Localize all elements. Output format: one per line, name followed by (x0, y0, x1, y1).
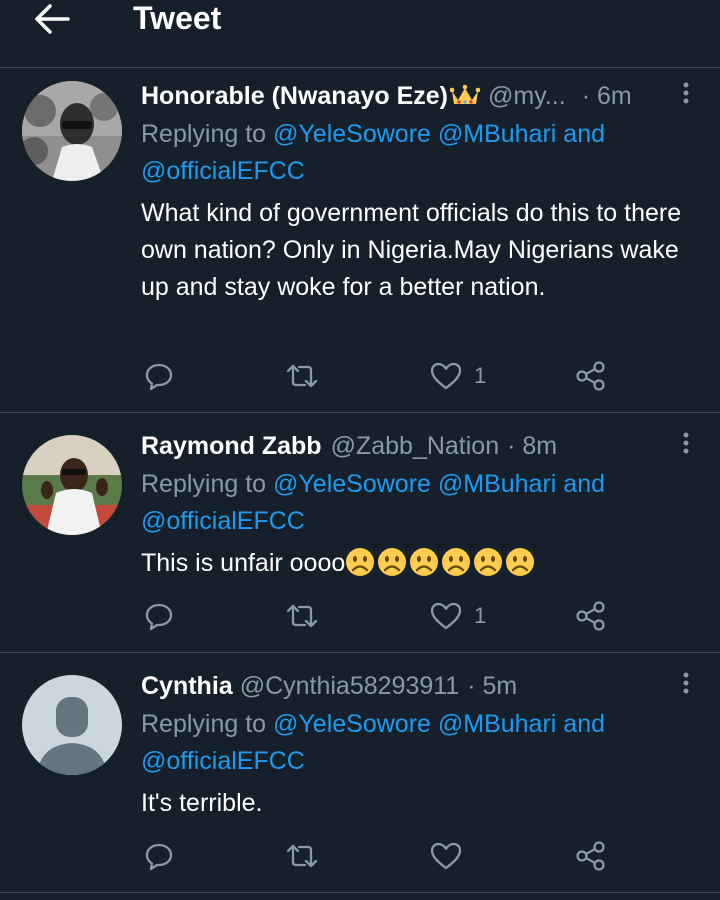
author-name[interactable]: Raymond Zabb (141, 429, 322, 463)
like-count: 1 (474, 603, 487, 628)
avatar-photo (22, 435, 122, 535)
tweet-header: Cynthia @Cynthia58293911 · 5m (141, 669, 670, 703)
avatar[interactable] (22, 81, 122, 181)
avatar[interactable] (22, 435, 122, 535)
tweet-actions: 1 (0, 358, 720, 394)
retweet-icon (286, 844, 318, 868)
reply-icon (145, 843, 173, 871)
retweet-button[interactable] (285, 598, 319, 634)
tweet-text-container: This is unfair oooo (141, 545, 701, 582)
heart-icon (430, 602, 462, 630)
frowning-face-emoji (410, 548, 439, 576)
frowning-face-emoji (506, 548, 535, 576)
tweet-header: Raymond Zabb @Zabb_Nation · 8m (141, 429, 670, 463)
replying-label: Replying to (141, 120, 274, 148)
mention-link[interactable]: @officialEFCC (141, 157, 305, 185)
timestamp[interactable]: · 5m (467, 669, 517, 703)
more-vertical-icon[interactable] (680, 671, 692, 701)
tweet-text: It's terrible. (141, 789, 263, 817)
mention-link[interactable]: @officialEFCC (141, 747, 305, 775)
timestamp[interactable]: · 6m (582, 79, 632, 113)
frowning-face-emoji (474, 548, 503, 576)
tweet-text: This is unfair oooo (141, 549, 346, 577)
frowning-face-emoji (442, 548, 471, 576)
heart-icon (430, 842, 462, 870)
replying-label: Replying to (141, 710, 274, 738)
reply-tweet[interactable]: Raymond Zabb @Zabb_Nation · 8m Replying … (0, 413, 720, 653)
like-button[interactable] (430, 838, 474, 874)
reply-icon (145, 603, 173, 631)
like-button[interactable]: 1 (430, 598, 486, 634)
reply-button[interactable] (144, 598, 174, 634)
share-icon (576, 841, 605, 871)
mention-link[interactable]: @YeleSowore @MBuhari (273, 710, 556, 738)
share-button[interactable] (575, 358, 607, 394)
mention-link[interactable]: @YeleSowore @MBuhari (273, 120, 556, 148)
retweet-button[interactable] (285, 838, 319, 874)
timestamp[interactable]: · 8m (507, 429, 557, 463)
page-title: Tweet (133, 0, 222, 36)
replying-to: Replying to @YeleSowore @MBuhari and @of… (141, 706, 701, 780)
like-button[interactable]: 1 (430, 358, 486, 394)
replying-to: Replying to @YeleSowore @MBuhari and @of… (141, 116, 701, 190)
avatar-photo (22, 81, 122, 181)
heart-icon (430, 362, 462, 390)
top-bar: Tweet (0, 0, 720, 68)
like-count: 1 (474, 363, 487, 388)
crown-emoji (449, 79, 481, 113)
reply-button[interactable] (144, 838, 174, 874)
reply-button[interactable] (144, 358, 174, 394)
retweet-icon (286, 604, 318, 628)
replying-label: Replying to (141, 470, 274, 498)
retweet-button[interactable] (285, 358, 319, 394)
avatar[interactable] (22, 675, 122, 775)
author-handle[interactable]: @Cynthia58293911 (240, 669, 460, 703)
reply-tweet[interactable]: Honorable (Nwanayo Eze) @my... · 6m Repl… (0, 68, 720, 413)
mention-link[interactable]: @YeleSowore @MBuhari (273, 470, 556, 498)
tweet-text: What kind of government officials do thi… (141, 199, 682, 301)
and-text: and (556, 120, 606, 148)
author-handle[interactable]: @my... (488, 79, 566, 113)
frowning-face-emoji-row (345, 547, 535, 577)
reply-tweet[interactable]: Cynthia @Cynthia58293911 · 5m Replying t… (0, 653, 720, 893)
frowning-face-emoji (346, 548, 375, 576)
author-name[interactable]: Cynthia (141, 669, 233, 703)
default-avatar-icon (22, 675, 122, 775)
back-button[interactable] (32, 2, 72, 36)
arrow-left-icon (35, 4, 70, 34)
share-button[interactable] (575, 598, 607, 634)
author-name[interactable]: Honorable (Nwanayo Eze) (141, 79, 448, 113)
more-vertical-icon[interactable] (680, 431, 692, 461)
retweet-icon (286, 364, 318, 388)
tweet-actions (0, 838, 720, 874)
frowning-face-emoji (378, 548, 407, 576)
mention-link[interactable]: @officialEFCC (141, 507, 305, 535)
reply-icon (145, 363, 173, 391)
and-text: and (556, 710, 606, 738)
and-text: and (556, 470, 606, 498)
more-vertical-icon[interactable] (680, 81, 692, 111)
tweet-header: Honorable (Nwanayo Eze) @my... · 6m (141, 79, 670, 113)
share-button[interactable] (575, 838, 607, 874)
share-icon (576, 601, 605, 631)
tweet-actions: 1 (0, 598, 720, 634)
share-icon (576, 361, 605, 391)
author-handle[interactable]: @Zabb_Nation (331, 429, 500, 463)
replying-to: Replying to @YeleSowore @MBuhari and @of… (141, 466, 701, 540)
